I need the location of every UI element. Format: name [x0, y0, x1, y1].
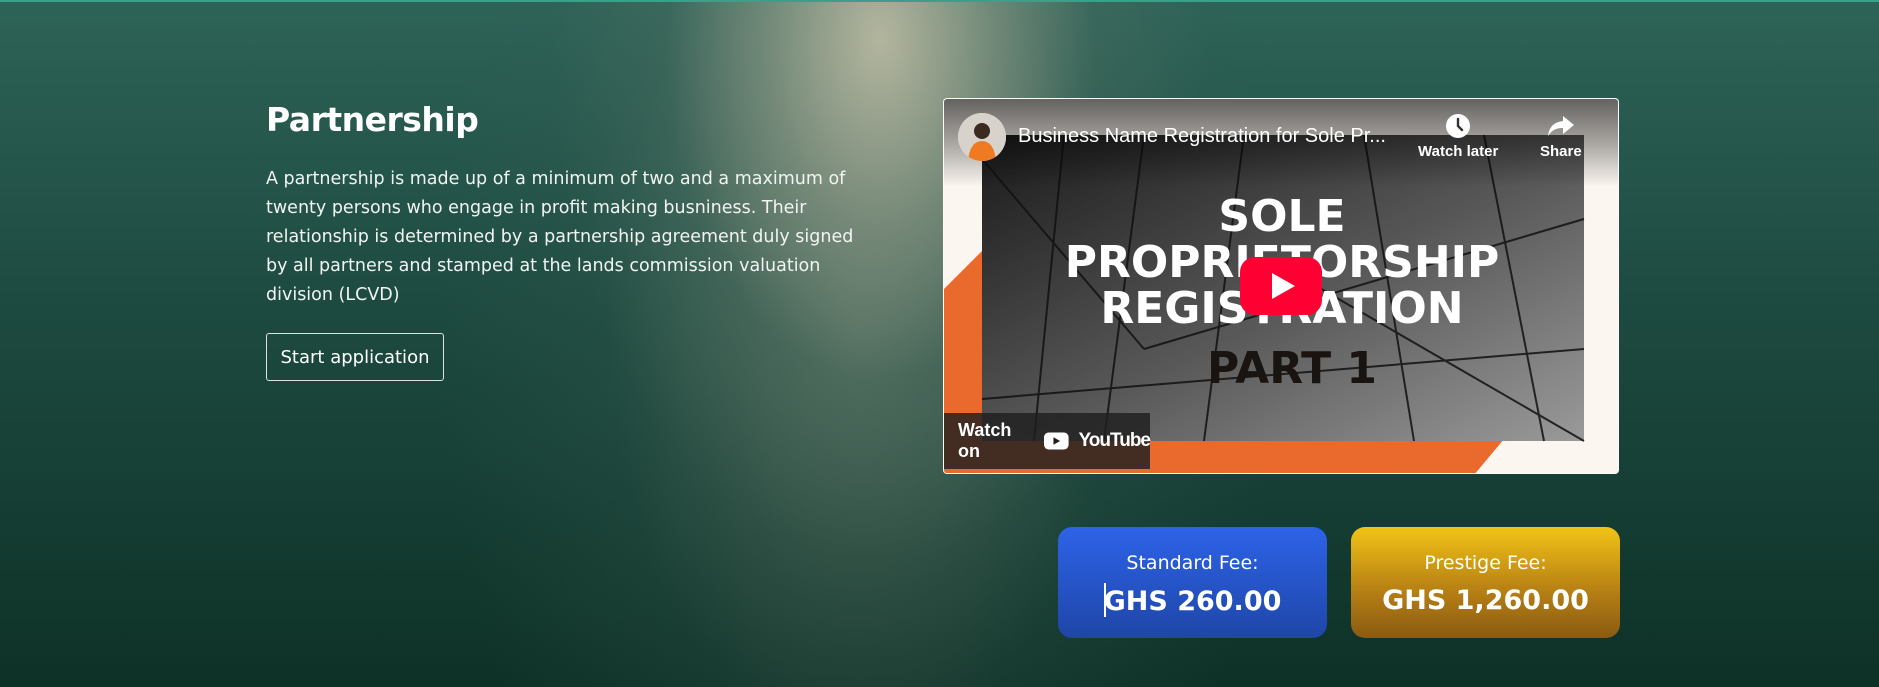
- share-icon: [1547, 116, 1574, 136]
- play-button[interactable]: [1240, 257, 1322, 320]
- watch-later-label: Watch later: [1418, 143, 1499, 160]
- video-title[interactable]: Business Name Registration for Sole Pr..…: [1018, 125, 1418, 148]
- page-title: Partnership: [266, 100, 479, 139]
- youtube-logo-icon: [1043, 432, 1069, 450]
- thumbnail-line-1: SOLE: [1218, 191, 1345, 242]
- share-label: Share: [1540, 143, 1582, 160]
- thumbnail-line-4: PART 1: [1207, 343, 1377, 394]
- standard-fee-label: Standard Fee:: [1126, 552, 1259, 574]
- watch-on-label: Watch on: [958, 420, 1012, 461]
- section-description: A partnership is made up of a minimum of…: [266, 169, 854, 305]
- channel-avatar[interactable]: [958, 113, 1006, 161]
- watch-on-youtube-link[interactable]: Watch on YouTube: [944, 413, 1151, 469]
- prestige-fee-amount: GHS 1,260.00: [1382, 585, 1589, 616]
- watch-later-button[interactable]: Watch later: [1418, 113, 1498, 160]
- content-section: Partnership A partnership is made up of …: [266, 98, 866, 310]
- play-icon: [1240, 257, 1322, 315]
- youtube-video-embed[interactable]: SOLE PROPRIETORSHIP REGISTRATION PART 1 …: [943, 98, 1619, 474]
- share-button[interactable]: Share: [1540, 113, 1582, 160]
- youtube-wordmark: YouTube: [1078, 430, 1151, 451]
- standard-fee-amount: GHS 260.00: [1103, 586, 1282, 617]
- prestige-fee-card: Prestige Fee: GHS 1,260.00: [1351, 527, 1620, 638]
- standard-fee-amount-row: GHS 260.00: [1058, 583, 1327, 620]
- prestige-fee-label: Prestige Fee:: [1424, 552, 1547, 574]
- clock-icon: [1446, 114, 1471, 138]
- start-application-button[interactable]: Start application: [266, 333, 444, 381]
- top-accent-line: [0, 0, 1879, 2]
- standard-fee-card: Standard Fee: GHS 260.00: [1058, 527, 1327, 638]
